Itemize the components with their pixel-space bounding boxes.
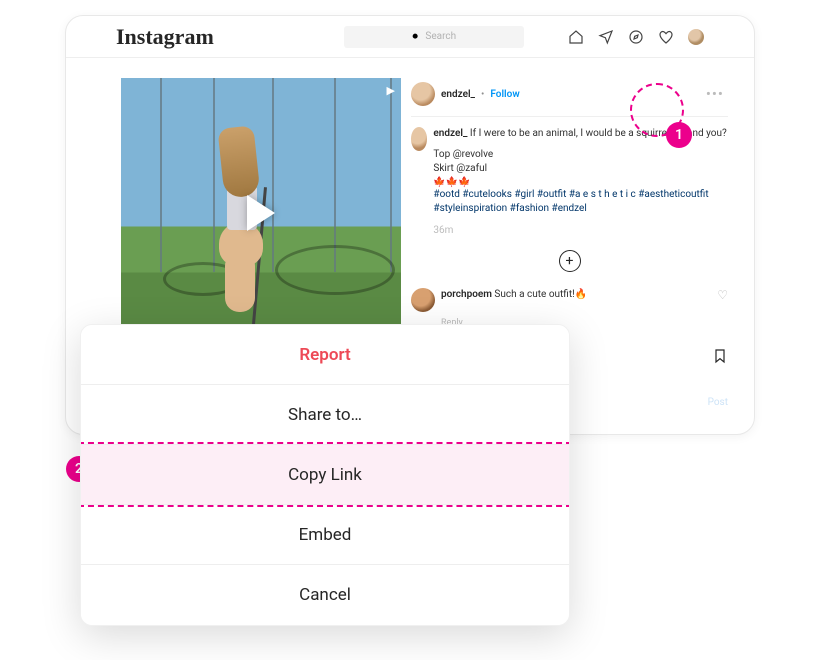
poster-row: endzel_ • Follow ••• [411,78,728,117]
play-icon[interactable] [247,195,275,231]
poster-avatar-small[interactable] [411,127,427,151]
share-to-option[interactable]: Share to… [81,385,569,445]
video-badge-icon: ▶ [387,84,395,97]
tagged-people-button[interactable]: + [559,250,581,272]
embed-option[interactable]: Embed [81,505,569,565]
post-media[interactable]: ▶ [121,78,401,348]
comment-username[interactable]: porchpoem [441,289,492,300]
follow-button[interactable]: Follow [490,89,519,100]
comment-row: porchpoem Such a cute outfit!🔥 ♡ [411,282,728,318]
cancel-option[interactable]: Cancel [81,565,569,625]
options-dialog: Report Share to… Copy Link Embed Cancel [80,324,570,626]
copy-link-option[interactable]: Copy Link [81,445,569,505]
poster-username[interactable]: endzel_ [441,89,475,100]
poster-avatar[interactable] [411,82,435,106]
post-more-button[interactable]: ••• [702,85,728,103]
home-icon[interactable] [568,29,584,45]
nav-icons [568,29,704,45]
decor [390,78,392,272]
like-comment-icon[interactable]: ♡ [717,288,728,302]
save-icon[interactable] [712,348,728,364]
messages-icon[interactable] [598,29,614,45]
profile-avatar-icon[interactable] [688,29,704,45]
report-option[interactable]: Report [81,325,569,385]
search-input[interactable]: Search [344,26,524,48]
top-bar: Instagram Search [66,16,754,58]
decor [334,78,336,272]
post-time: 36m [433,225,728,236]
decor [275,245,395,295]
explore-icon[interactable] [628,29,644,45]
activity-icon[interactable] [658,29,674,45]
caption-body: Top @revolve Skirt @zaful [433,148,728,177]
hashtags[interactable]: #ootd #cutelooks #girl #outfit #a e s t … [433,188,728,217]
comment-avatar[interactable] [411,288,435,312]
instagram-logo[interactable]: Instagram [116,24,214,50]
post-comment-button[interactable]: Post [708,397,728,408]
decor [199,127,279,337]
search-icon [411,32,421,42]
decor [160,78,162,272]
comment-text: Such a cute outfit!🔥 [494,289,587,300]
callout-badge-1: 1 [666,122,692,148]
caption-username[interactable]: endzel_ [433,128,467,139]
search-placeholder: Search [425,31,456,42]
caption-emoji: 🍁🍁🍁 [433,177,728,188]
